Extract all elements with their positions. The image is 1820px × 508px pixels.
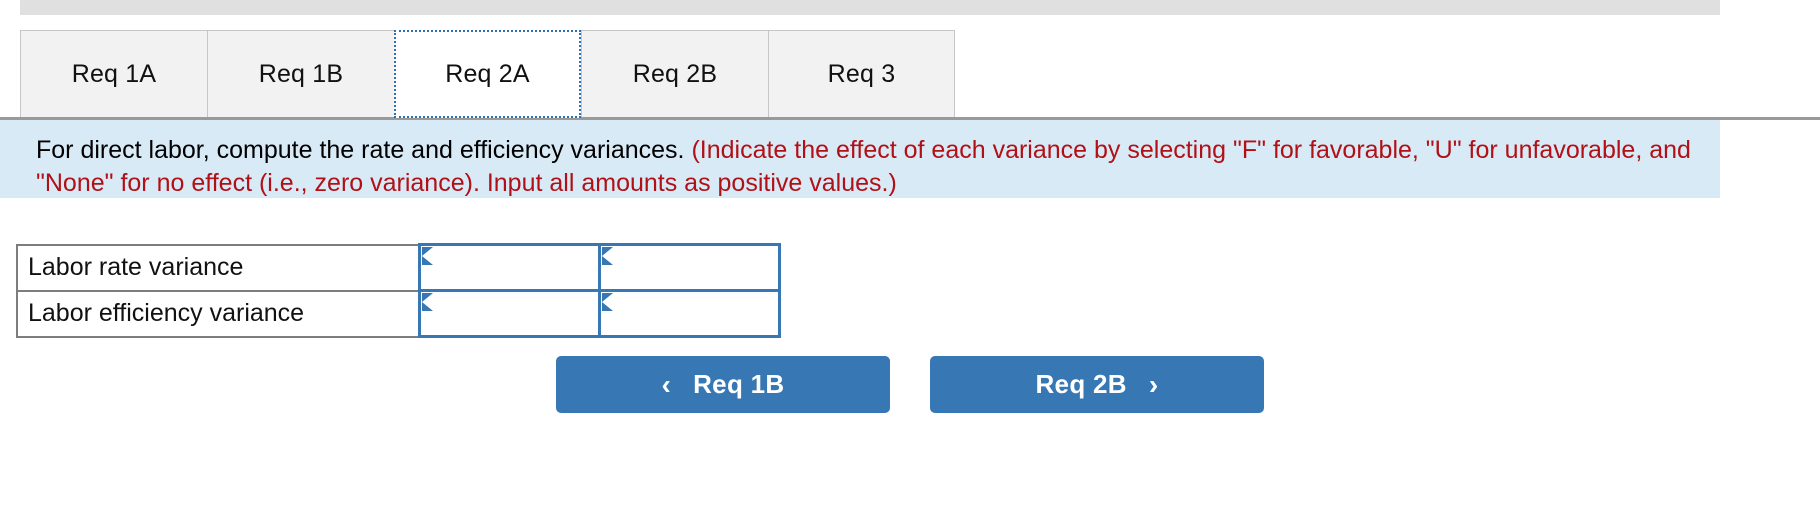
assignment-page: Req 1A Req 1B Req 2A Req 2B Req 3 For di… — [0, 0, 1820, 508]
chevron-left-icon: ‹ — [661, 368, 672, 400]
labor-rate-variance-amount-input[interactable] — [434, 248, 595, 287]
next-requirement-button[interactable]: Req 2B › — [930, 356, 1264, 413]
prev-requirement-button[interactable]: ‹ Req 1B — [556, 356, 890, 413]
tab-req-3[interactable]: Req 3 — [768, 30, 955, 118]
variance-answer-table: Labor rate variance Labor efficiency var… — [16, 243, 781, 338]
cell-flag-icon — [601, 293, 613, 311]
tab-label: Req 1A — [71, 59, 157, 88]
row-label-labor-efficiency-variance: Labor efficiency variance — [16, 289, 420, 338]
tab-req-2a[interactable]: Req 2A — [394, 30, 581, 118]
cell-flag-icon — [601, 247, 613, 265]
tab-req-1a[interactable]: Req 1A — [20, 30, 207, 118]
navigation-bar: ‹ Req 1B Req 2B › — [0, 356, 1820, 413]
labor-rate-variance-effect-input[interactable] — [614, 248, 775, 287]
top-gray-strip — [20, 0, 1720, 15]
tab-req-2b[interactable]: Req 2B — [581, 30, 768, 118]
labor-efficiency-variance-effect-input[interactable] — [614, 294, 775, 333]
labor-rate-variance-effect-cell[interactable] — [597, 243, 781, 292]
cell-flag-icon — [421, 247, 433, 265]
prev-button-label: Req 1B — [693, 369, 785, 399]
instruction-prompt: For direct labor, compute the rate and e… — [36, 136, 685, 164]
labor-efficiency-variance-amount-cell[interactable] — [417, 289, 601, 338]
row-label-labor-rate-variance: Labor rate variance — [16, 243, 420, 292]
cell-flag-icon — [421, 293, 433, 311]
labor-rate-variance-amount-cell[interactable] — [417, 243, 601, 292]
tab-label: Req 3 — [827, 59, 896, 88]
tab-req-1b[interactable]: Req 1B — [207, 30, 394, 118]
table-row: Labor rate variance — [16, 243, 781, 292]
instruction-panel: For direct labor, compute the rate and e… — [0, 120, 1720, 198]
tab-label: Req 2A — [445, 59, 530, 88]
requirement-tab-bar: Req 1A Req 1B Req 2A Req 2B Req 3 — [20, 30, 955, 118]
tab-label: Req 1B — [258, 59, 344, 88]
tab-label: Req 2B — [632, 59, 718, 88]
chevron-right-icon: › — [1148, 368, 1159, 400]
table-row: Labor efficiency variance — [16, 289, 781, 338]
labor-efficiency-variance-effect-cell[interactable] — [597, 289, 781, 338]
next-button-label: Req 2B — [1035, 369, 1127, 399]
labor-efficiency-variance-amount-input[interactable] — [434, 294, 595, 333]
